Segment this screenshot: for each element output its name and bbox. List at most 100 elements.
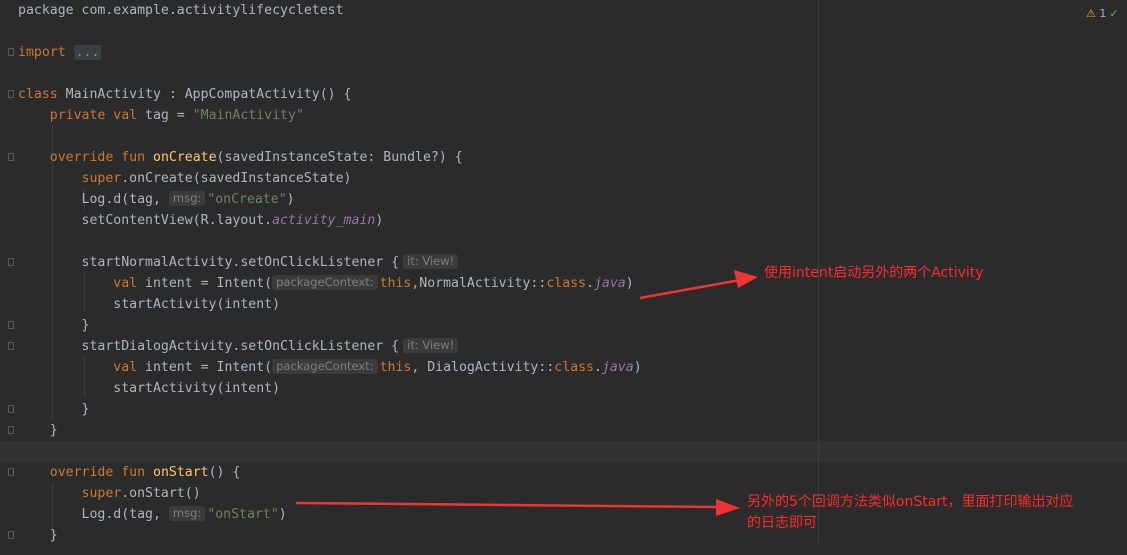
code-line[interactable]: override fun onCreate(savedInstanceState… (18, 147, 463, 168)
code-text: ) (286, 192, 295, 207)
resource-reference: activity_main (272, 213, 376, 228)
code-text: Log.d(tag, (81, 192, 161, 207)
keyword: class (18, 87, 58, 102)
code-text: startActivity(intent) (113, 297, 281, 312)
code-text: . (593, 360, 602, 375)
lambda-parameter-hint: it: View! (403, 338, 459, 353)
annotation-arrow-1 (639, 278, 741, 300)
code-line[interactable]: startDialogActivity.setOnClickListener {… (18, 336, 459, 357)
code-text: intent = Intent( (137, 276, 273, 291)
fold-marker-icon[interactable] (8, 90, 14, 98)
function-name: onStart (153, 465, 209, 480)
code-text: ) (633, 360, 642, 375)
code-line[interactable]: super.onStart() (18, 483, 201, 504)
keyword: super (81, 486, 122, 501)
fold-marker-icon[interactable] (8, 153, 14, 161)
string-literal: "MainActivity" (192, 108, 304, 123)
keyword: val (113, 276, 138, 291)
fold-marker-icon[interactable] (8, 405, 14, 413)
code-line[interactable]: Log.d(tag, msg: "onStart") (18, 504, 287, 525)
code-line[interactable]: package com.example.activitylifecycletes… (18, 0, 344, 21)
extension-property: java (593, 276, 626, 291)
parameter-hint: packageContext: (272, 275, 378, 290)
code-text: , DialogActivity:: (411, 360, 555, 375)
horizontal-scrollbar[interactable] (0, 543, 1127, 555)
arrow-head-icon (734, 270, 758, 288)
code-text: startNormalActivity.setOnClickListener { (81, 255, 400, 270)
keyword: class (554, 360, 594, 375)
code-text: startDialogActivity.setOnClickListener { (81, 339, 400, 354)
code-line[interactable]: val intent = Intent(packageContext: this,… (18, 273, 634, 294)
code-line[interactable]: super.onCreate(savedInstanceState) (18, 168, 352, 189)
warning-count: 1 (1099, 7, 1107, 20)
keyword: this (379, 360, 412, 375)
code-line[interactable]: setContentView(R.layout.activity_main) (18, 210, 384, 231)
keyword: class (546, 276, 587, 291)
class-declaration: MainActivity : AppCompatActivity() { (57, 87, 352, 102)
code-line[interactable]: class MainActivity : AppCompatActivity()… (18, 84, 351, 105)
code-text: startActivity(intent) (113, 381, 281, 396)
code-line[interactable]: startNormalActivity.setOnClickListener {… (18, 252, 459, 273)
keyword: private val (49, 108, 138, 123)
closing-brace: } (81, 318, 90, 333)
code-text: ,NormalActivity:: (411, 276, 547, 291)
annotation-arrow-2 (295, 501, 721, 509)
code-text: tag = (137, 108, 193, 123)
package-declaration: package com.example.activitylifecycletes… (18, 3, 344, 18)
code-text: setContentView(R.layout. (81, 213, 273, 228)
code-line[interactable]: } (18, 399, 90, 420)
closing-brace: } (81, 402, 90, 417)
gutter (0, 0, 16, 555)
keyword: override fun (49, 465, 146, 480)
code-line[interactable]: Log.d(tag, msg: "onCreate") (18, 189, 295, 210)
fold-marker-icon[interactable] (8, 342, 14, 350)
code-line[interactable]: import ... (18, 42, 102, 63)
function-name: onCreate (153, 150, 217, 165)
parameter-hint: msg: (168, 506, 206, 521)
folded-imports[interactable]: ... (73, 45, 102, 60)
inspection-status[interactable]: ⚠ 1 ✓ (1086, 7, 1119, 20)
arrow-head-icon (716, 499, 740, 516)
string-literal: "onStart" (207, 507, 279, 522)
checkmark-icon: ✓ (1109, 7, 1119, 20)
keyword: override fun (49, 150, 146, 165)
code-text: .onCreate(savedInstanceState) (121, 171, 352, 186)
code-line[interactable]: } (18, 315, 90, 336)
code-line[interactable]: } (18, 420, 58, 441)
current-line-highlight (0, 441, 1127, 462)
keyword: this (379, 276, 412, 291)
fold-marker-icon[interactable] (8, 258, 14, 266)
code-line[interactable]: startActivity(intent) (18, 378, 280, 399)
closing-brace: } (49, 528, 58, 543)
code-text: .onStart() (121, 486, 201, 501)
keyword: val (113, 360, 138, 375)
fold-marker-icon[interactable] (8, 48, 14, 56)
code-line[interactable]: private val tag = "MainActivity" (18, 105, 304, 126)
annotation-text: 使用intent启动另外的两个Activity (764, 265, 984, 281)
code-line[interactable]: startActivity(intent) (18, 294, 280, 315)
fold-marker-icon[interactable] (8, 531, 14, 539)
code-text: ) (278, 507, 287, 522)
code-text: ) (375, 213, 384, 228)
string-literal: "onCreate" (207, 192, 287, 207)
code-text: ) (625, 276, 634, 291)
fold-marker-icon[interactable] (8, 426, 14, 434)
lambda-parameter-hint: it: View! (403, 254, 459, 269)
closing-brace: } (49, 423, 58, 438)
code-text: () { (208, 465, 241, 480)
parameter-hint: packageContext: (272, 359, 378, 374)
extension-property: java (601, 360, 634, 375)
code-editor[interactable]: package com.example.activitylifecycletes… (0, 0, 1127, 555)
fold-marker-icon[interactable] (8, 468, 14, 476)
code-line[interactable]: val intent = Intent(packageContext: this,… (18, 357, 642, 378)
annotation-line: 另外的5个回调方法类似onStart，里面打印输出对应 (747, 494, 1074, 510)
keyword: super (81, 171, 122, 186)
keyword: import (18, 45, 66, 60)
code-text: (savedInstanceState: Bundle?) { (216, 150, 463, 165)
annotation-text: 另外的5个回调方法类似onStart，里面打印输出对应 的日志即可 (747, 492, 1074, 534)
code-text: intent = Intent( (137, 360, 273, 375)
code-line[interactable]: override fun onStart() { (18, 462, 241, 483)
fold-marker-icon[interactable] (8, 321, 14, 329)
code-text: Log.d(tag, (81, 507, 161, 522)
warning-icon: ⚠ (1086, 7, 1096, 20)
